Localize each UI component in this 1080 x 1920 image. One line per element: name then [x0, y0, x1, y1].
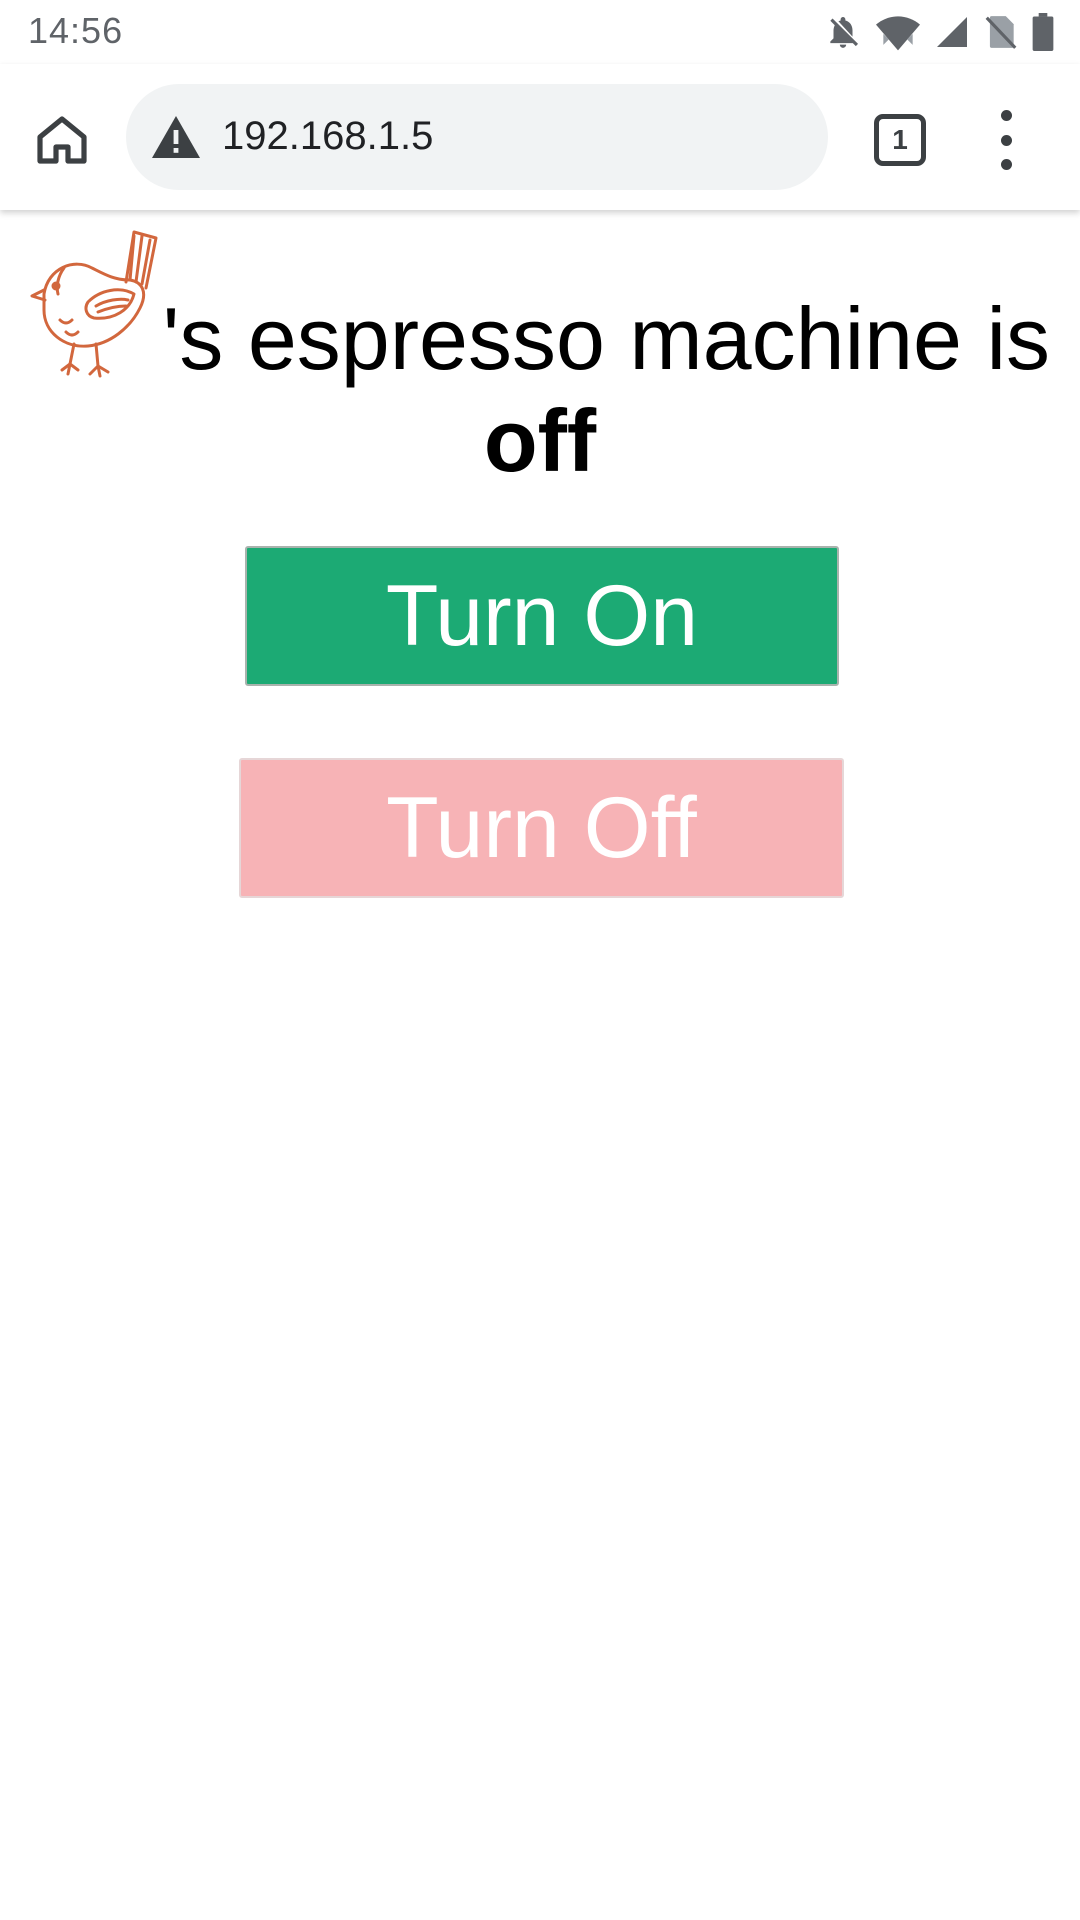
tab-switcher-icon: 1: [874, 114, 926, 166]
page-content: 's espresso machine is off Turn On Turn …: [0, 210, 1080, 1920]
omnibox[interactable]: 192.168.1.5: [126, 84, 828, 190]
overflow-menu-icon-dot: [1000, 159, 1012, 170]
status-bar: 14:56: [0, 0, 1080, 64]
page-heading: 's espresso machine is: [162, 289, 1050, 388]
browser-toolbar: 192.168.1.5 1: [0, 64, 1080, 210]
no-sim-icon: [984, 13, 1018, 51]
overflow-menu-icon-dot: [1000, 134, 1012, 146]
turn-off-button[interactable]: Turn Off: [239, 758, 844, 898]
home-button[interactable]: [30, 108, 94, 172]
home-icon: [37, 116, 87, 164]
notifications-off-icon: [824, 13, 862, 51]
wifi-icon: [876, 13, 920, 51]
url-text[interactable]: 192.168.1.5: [222, 114, 433, 159]
overflow-menu-icon-dot: [1000, 110, 1012, 121]
overflow-menu-button[interactable]: [982, 110, 1030, 170]
battery-icon: [1032, 13, 1054, 51]
cellular-signal-icon: [934, 14, 970, 50]
status-time: 14:56: [28, 10, 124, 51]
tab-switcher-button[interactable]: 1: [872, 112, 928, 168]
status-icons: [824, 12, 1054, 52]
not-secure-warning-icon[interactable]: [152, 116, 200, 163]
turn-on-button[interactable]: Turn On: [245, 546, 839, 686]
machine-state: off: [483, 391, 597, 490]
